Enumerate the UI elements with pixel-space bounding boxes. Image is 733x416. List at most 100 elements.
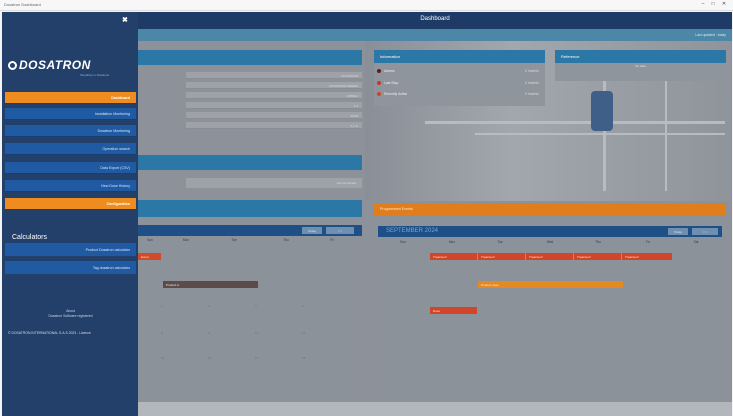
calendar-month-title: SEPTEMBER 2024	[386, 228, 439, 234]
nav-operation-search[interactable]: Operation search	[5, 143, 136, 155]
calculators-title: Calculators	[12, 234, 48, 241]
sidebar: ✖ DOSATRON Simplicity in Solutions Dashb…	[2, 12, 138, 416]
weekday-label: Sat	[693, 240, 699, 244]
weekday-label: Mon	[182, 238, 190, 242]
window-titlebar: Dosatron Dashboard – □ ✕	[0, 0, 733, 11]
logo-ring-icon	[8, 61, 17, 70]
connection-header	[138, 155, 362, 170]
last-updated-text: Last updated : today	[695, 33, 726, 37]
status-label: Last Stop	[384, 81, 399, 85]
device-field: 0.1 %	[186, 122, 362, 129]
day-number: 4	[302, 304, 304, 308]
weekday-label: Sun	[147, 238, 153, 242]
weekday-label: Fri	[646, 240, 650, 244]
calc-product-button[interactable]: Product Dosatron calculator	[5, 243, 136, 256]
window-title: Dosatron Dashboard	[4, 2, 41, 7]
active-dot-icon	[377, 92, 381, 96]
status-row: Recently Active 0 hrs/min	[374, 89, 545, 100]
weekday-label: Fri	[330, 238, 334, 242]
calendar-event[interactable]: Product dose	[478, 281, 623, 288]
status-value: 0 hrs/min	[525, 81, 539, 85]
calendar-event[interactable]: Treatment	[430, 253, 477, 260]
day-number: 11	[302, 331, 306, 335]
day-number: 15	[161, 356, 165, 360]
nav-dosatron-monitoring[interactable]: Dosatron Monitoring	[5, 125, 136, 137]
weekday-label: Wed	[546, 240, 554, 244]
day-number: 9	[208, 331, 210, 335]
page-header: Dashboard	[138, 12, 732, 29]
day-number: 2	[208, 304, 210, 308]
device-field: DOSATRON SERIES	[186, 82, 362, 89]
weekday-label: Tue	[497, 240, 503, 244]
nav-dashboard[interactable]: Dashboard	[5, 92, 136, 104]
device-field: 30-05	[186, 112, 362, 119]
minimize-icon[interactable]: –	[698, 1, 708, 7]
programmed-events-header: Programmed Events	[374, 203, 726, 216]
status-label: Recently Active	[384, 92, 408, 96]
weekday-label: Thu	[595, 240, 601, 244]
day-number: 10	[255, 331, 259, 335]
right-today-button[interactable]: Today	[668, 228, 688, 235]
copyright-text: © DOSATRON INTERNATIONAL S.A.S 2023 - Li…	[8, 331, 91, 335]
device-field: D25RE2	[186, 92, 362, 99]
day-number: 1	[161, 304, 163, 308]
calc-tag-button[interactable]: Tag dosatron calculator	[5, 261, 136, 274]
status-row: Last Stop 0 hrs/min	[374, 78, 545, 89]
calendar-event[interactable]: Dose	[430, 307, 477, 314]
weekday-label: Mon	[448, 240, 456, 244]
status-value: 0 hrs/min	[525, 69, 539, 73]
status-label: Alarms	[384, 69, 395, 73]
footer-bar	[138, 402, 732, 416]
right-nav-button[interactable]: < >	[692, 228, 718, 235]
status-value: 0 hrs/min	[525, 92, 539, 96]
nav-installation-monitoring[interactable]: Installation Monitoring	[5, 108, 136, 120]
device-field: DOSATRON	[186, 72, 362, 79]
left-nav-button[interactable]: < >	[326, 227, 354, 234]
about-info: About Dosatron Software registered	[5, 309, 136, 319]
information-panel-title: Information	[374, 50, 545, 63]
nav-dose-history[interactable]: New Dose History	[5, 180, 136, 192]
nav-data-export[interactable]: Data Export (CSV)	[5, 162, 136, 174]
status-row: Alarms 0 hrs/min	[374, 66, 545, 77]
device-field: 1.0	[186, 102, 362, 109]
day-number: 17	[255, 356, 259, 360]
day-number: 16	[208, 356, 212, 360]
subheader-bar: Last updated : today	[138, 29, 732, 41]
calendar-event[interactable]: Treatment	[574, 253, 621, 260]
nav-configuration[interactable]: Configuration	[5, 198, 136, 210]
left-calendar-toolbar: Today < >	[138, 225, 362, 236]
calendar-event[interactable]: Product A	[163, 281, 258, 288]
page-title: Dashboard	[420, 16, 450, 22]
weekday-label: Tue	[231, 238, 237, 242]
connection-field: Not connected	[186, 178, 362, 188]
left-calendar-header	[138, 200, 362, 217]
left-calendar	[138, 217, 362, 416]
calendar-event[interactable]: Treatment	[478, 253, 525, 260]
dosatron-unit-shape	[591, 91, 613, 131]
calendar-event[interactable]: Treatment	[526, 253, 573, 260]
alarm-dot-icon	[377, 69, 381, 73]
close-sidebar-icon[interactable]: ✖	[122, 16, 128, 24]
calendar-event[interactable]: Treatment	[622, 253, 672, 260]
reference-panel-empty: No data	[635, 64, 646, 68]
left-today-button[interactable]: Today	[302, 227, 322, 234]
day-number: 18	[302, 356, 306, 360]
weekday-label: Thu	[283, 238, 289, 242]
pipe-shape	[425, 121, 725, 124]
logo-tagline: Simplicity in Solutions	[80, 73, 110, 77]
dosatron-logo: DOSATRON Simplicity in Solutions	[6, 56, 138, 84]
calendar-event[interactable]: Event	[138, 253, 161, 260]
logo-text: DOSATRON	[8, 58, 91, 72]
stop-dot-icon	[377, 81, 381, 85]
weekday-label: Sun	[400, 240, 406, 244]
day-number: 3	[255, 304, 257, 308]
day-number: 8	[161, 331, 163, 335]
close-window-icon[interactable]: ✕	[719, 1, 729, 7]
device-info-header	[138, 50, 362, 65]
reference-panel-title: Reference	[555, 50, 726, 63]
pipe-shape	[475, 133, 725, 135]
reference-panel: Reference No data	[555, 50, 726, 81]
programmed-events-title: Programmed Events	[380, 207, 413, 211]
maximize-icon[interactable]: □	[708, 1, 718, 7]
information-panel: Information Alarms 0 hrs/min Last Stop 0…	[374, 50, 545, 106]
